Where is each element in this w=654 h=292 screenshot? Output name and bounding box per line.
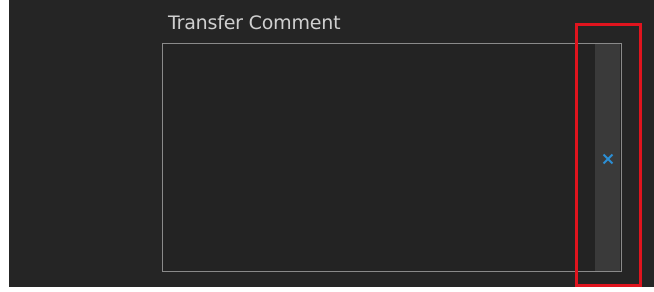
transfer-comment-label: Transfer Comment — [168, 12, 341, 34]
screenshot-canvas: Transfer Comment — [0, 0, 654, 292]
close-icon — [595, 147, 620, 171]
transfer-comment-textarea[interactable] — [162, 43, 622, 272]
clear-comment-button[interactable] — [595, 44, 620, 271]
